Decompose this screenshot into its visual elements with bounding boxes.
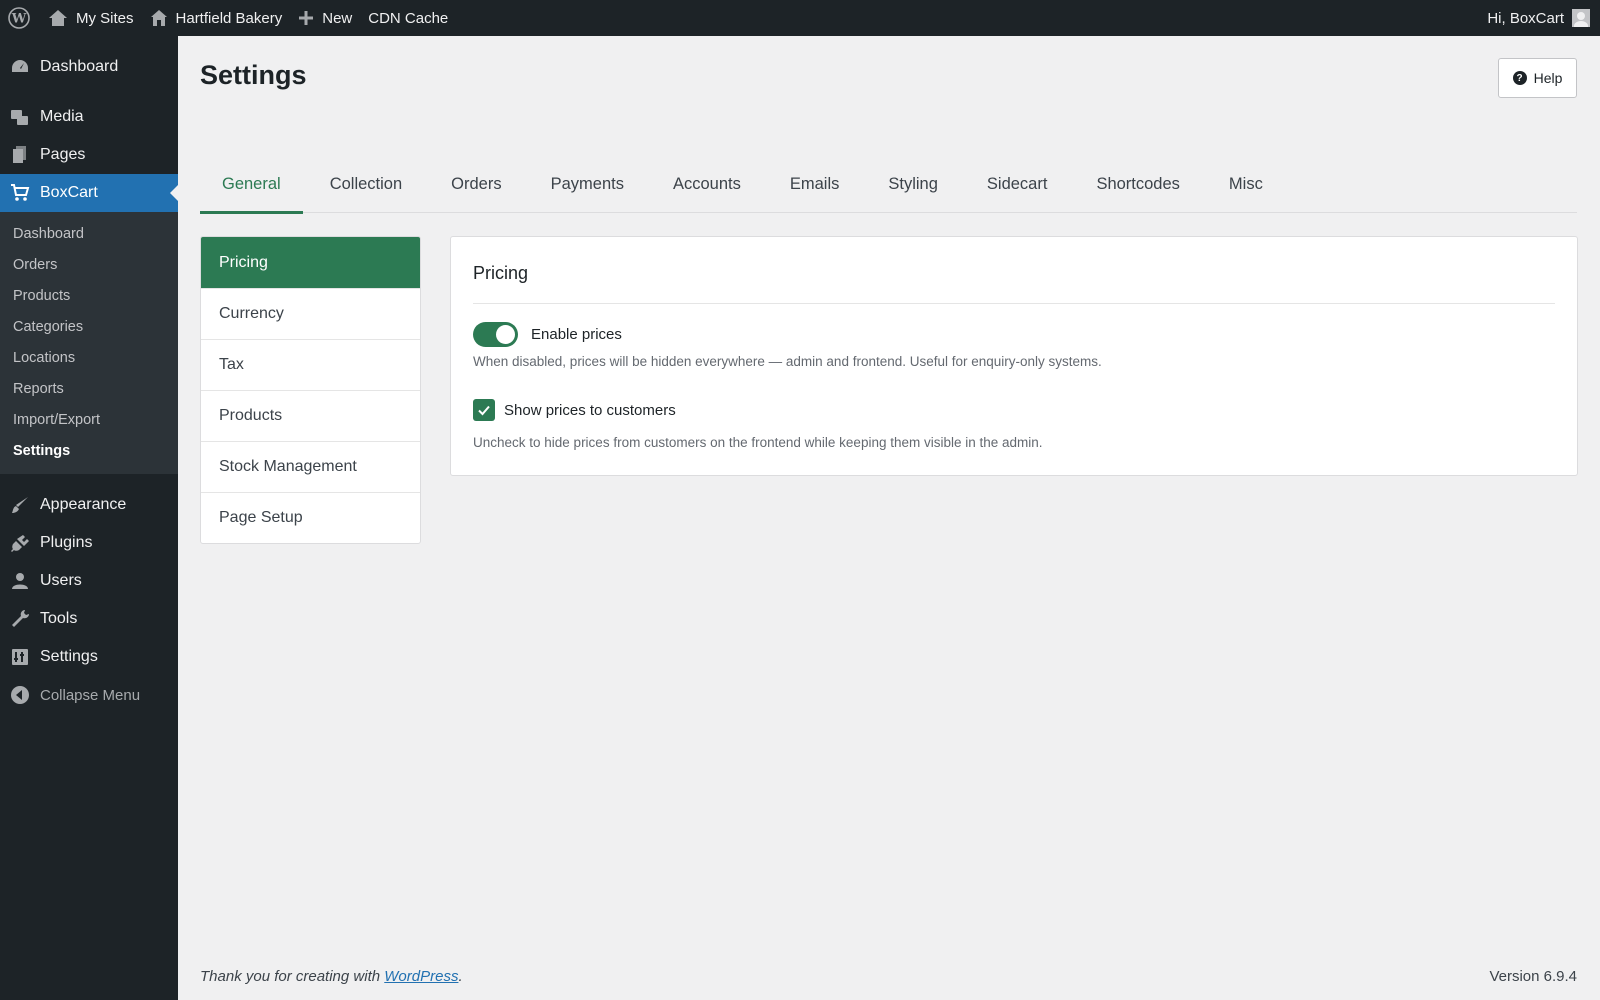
submenu-item-categories[interactable]: Categories — [0, 311, 178, 342]
sidebar-item-dashboard[interactable]: Dashboard — [0, 48, 178, 86]
submenu-item-reports[interactable]: Reports — [0, 373, 178, 404]
sidebar-item-label: Plugins — [40, 534, 93, 551]
users-icon — [10, 571, 30, 591]
tab-payments[interactable]: Payments — [529, 156, 646, 213]
account-menu[interactable]: Hi, BoxCart — [1479, 0, 1600, 36]
tab-styling[interactable]: Styling — [866, 156, 960, 213]
pricing-panel: Pricing Enable prices When disabled, pri… — [450, 236, 1578, 476]
section-stock-management[interactable]: Stock Management — [201, 441, 420, 492]
section-tax[interactable]: Tax — [201, 339, 420, 390]
submenu-item-import-export[interactable]: Import/Export — [0, 404, 178, 435]
tools-icon — [10, 609, 30, 629]
sidebar-item-label: Users — [40, 572, 82, 589]
panel-title: Pricing — [473, 263, 529, 283]
submenu-item-orders[interactable]: Orders — [0, 249, 178, 280]
tab-shortcodes[interactable]: Shortcodes — [1074, 156, 1201, 213]
collapse-icon — [10, 685, 30, 705]
settings-icon — [10, 647, 30, 667]
sidebar-item-plugins[interactable]: Plugins — [0, 524, 178, 562]
enable-prices-row: Enable prices — [473, 322, 622, 347]
my-sites-label: My Sites — [76, 9, 134, 27]
home-icon — [150, 9, 168, 27]
divider — [473, 303, 1555, 304]
tab-misc[interactable]: Misc — [1207, 156, 1285, 213]
media-icon — [10, 107, 30, 127]
submenu-item-settings[interactable]: Settings — [0, 435, 178, 466]
admin-bar: W My Sites Hartfield Bakery New CDN Cach… — [0, 0, 1600, 36]
tab-sidecart[interactable]: Sidecart — [965, 156, 1070, 213]
show-prices-description: Uncheck to hide prices from customers on… — [473, 435, 1043, 450]
help-icon: ? — [1512, 71, 1527, 85]
wordpress-logo-icon[interactable]: W — [0, 0, 40, 36]
show-prices-row: Show prices to customers — [473, 399, 676, 421]
sidebar-item-label: Pages — [40, 146, 86, 163]
pages-icon — [10, 145, 30, 165]
submenu-item-dashboard[interactable]: Dashboard — [0, 218, 178, 249]
boxcart-submenu: Dashboard Orders Products Categories Loc… — [0, 212, 178, 474]
footer-thanks-text: Thank you for creating with — [200, 968, 385, 985]
collapse-menu-button[interactable]: Collapse Menu — [0, 676, 178, 714]
sidebar-item-label: Media — [40, 108, 84, 125]
checkmark-icon — [478, 405, 490, 416]
sidebar-item-media[interactable]: Media — [0, 98, 178, 136]
section-nav: Pricing Currency Tax Products Stock Mana… — [200, 236, 421, 544]
tab-orders[interactable]: Orders — [429, 156, 523, 213]
svg-text:W: W — [11, 12, 27, 27]
cdn-cache-menu[interactable]: CDN Cache — [360, 0, 456, 36]
cdn-cache-label: CDN Cache — [368, 9, 449, 27]
show-prices-checkbox[interactable] — [473, 399, 495, 421]
sidebar-item-users[interactable]: Users — [0, 562, 178, 600]
sidebar-item-label: BoxCart — [40, 184, 98, 201]
admin-sidebar: Dashboard Media Pages BoxCart Dashboard … — [0, 36, 178, 1000]
avatar — [1572, 9, 1590, 27]
dashboard-icon — [10, 57, 30, 77]
tab-collection[interactable]: Collection — [308, 156, 424, 213]
wordpress-link[interactable]: WordPress — [384, 968, 458, 985]
main-content: Settings ? Help General Collection Order… — [178, 36, 1600, 1000]
sidebar-item-label: Dashboard — [40, 58, 119, 75]
sidebar-item-pages[interactable]: Pages — [0, 136, 178, 174]
cart-icon — [10, 183, 30, 203]
sidebar-item-label: Appearance — [40, 496, 127, 513]
sidebar-item-label: Tools — [40, 610, 78, 627]
submenu-item-products[interactable]: Products — [0, 280, 178, 311]
enable-prices-label: Enable prices — [531, 326, 622, 343]
plugins-icon — [10, 533, 30, 553]
tab-accounts[interactable]: Accounts — [651, 156, 763, 213]
sidebar-item-appearance[interactable]: Appearance — [0, 486, 178, 524]
tab-emails[interactable]: Emails — [768, 156, 862, 213]
section-currency[interactable]: Currency — [201, 288, 420, 339]
sidebar-item-label: Settings — [40, 648, 98, 665]
footer-suffix: . — [458, 968, 463, 985]
new-label: New — [322, 9, 353, 27]
site-name-menu[interactable]: Hartfield Bakery — [142, 0, 291, 36]
sidebar-item-boxcart[interactable]: BoxCart — [0, 174, 178, 212]
footer-thanks: Thank you for creating with WordPress. — [200, 968, 463, 985]
section-pricing[interactable]: Pricing — [201, 237, 420, 288]
settings-tabs: General Collection Orders Payments Accou… — [200, 156, 1577, 214]
greeting-label: Hi, BoxCart — [1487, 9, 1564, 27]
plus-icon — [298, 10, 314, 26]
page-title: Settings — [200, 60, 307, 90]
tab-general[interactable]: General — [200, 156, 303, 214]
my-sites-icon — [48, 9, 68, 27]
my-sites-menu[interactable]: My Sites — [40, 0, 142, 36]
sidebar-item-tools[interactable]: Tools — [0, 600, 178, 638]
enable-prices-toggle[interactable] — [473, 322, 518, 347]
footer-version: Version 6.9.4 — [1489, 968, 1577, 985]
submenu-item-locations[interactable]: Locations — [0, 342, 178, 373]
show-prices-label: Show prices to customers — [504, 401, 676, 419]
section-products[interactable]: Products — [201, 390, 420, 441]
help-label: Help — [1533, 70, 1563, 86]
new-content-menu[interactable]: New — [290, 0, 360, 36]
sidebar-item-settings[interactable]: Settings — [0, 638, 178, 676]
help-button[interactable]: ? Help — [1498, 58, 1577, 98]
collapse-menu-label: Collapse Menu — [40, 686, 141, 704]
site-name-label: Hartfield Bakery — [175, 9, 283, 27]
section-page-setup[interactable]: Page Setup — [201, 492, 420, 543]
enable-prices-description: When disabled, prices will be hidden eve… — [473, 354, 1102, 369]
appearance-icon — [10, 495, 30, 515]
